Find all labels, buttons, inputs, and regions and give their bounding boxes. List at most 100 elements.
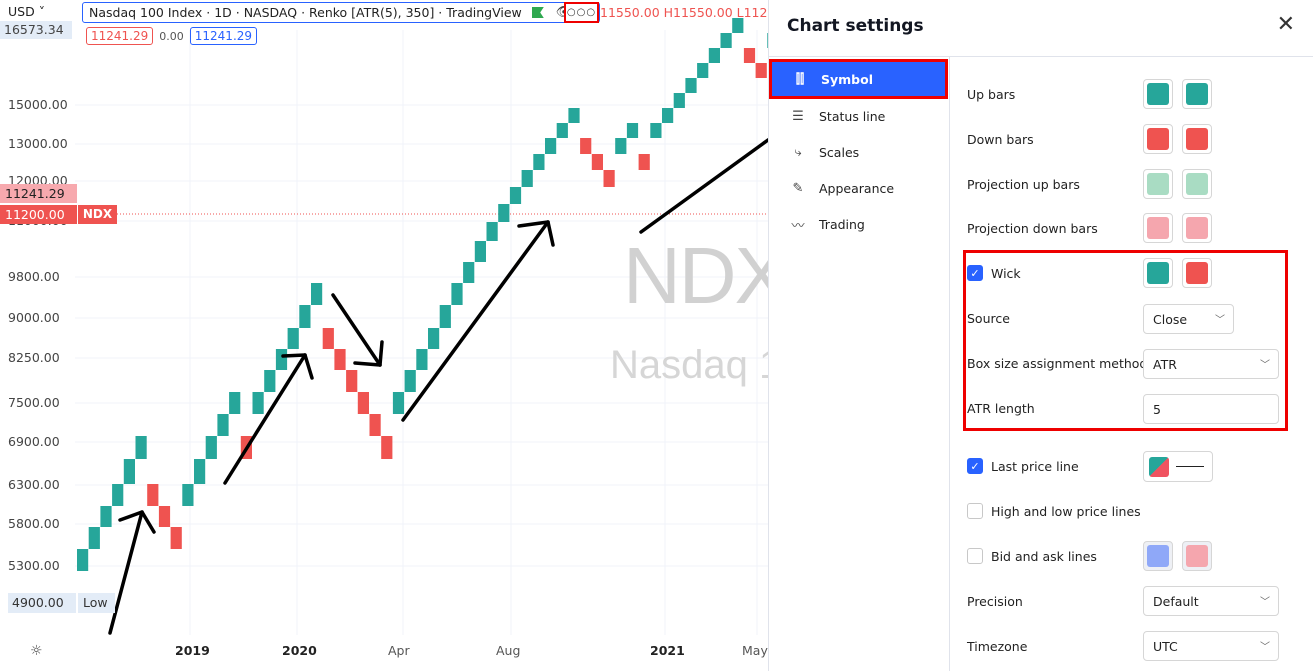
nav-item-trading[interactable]: 〰 Trading	[769, 206, 950, 242]
watermark-symbol: NDX	[623, 231, 768, 320]
trading-icon: 〰	[791, 218, 805, 234]
nav-item-scales[interactable]: ⤷ Scales	[769, 134, 950, 170]
renko-brick-up	[123, 459, 135, 484]
renko-brick-up	[205, 436, 217, 459]
nav-label: Scales	[819, 144, 860, 160]
symbol-legend[interactable]: Nasdaq 100 Index · 1D · NASDAQ · Renko […	[82, 2, 600, 23]
flag-icon[interactable]	[531, 7, 544, 18]
price-tick-label: 5300.00	[8, 558, 60, 573]
bid-ask-lines-checkbox[interactable]	[967, 548, 983, 564]
atr-length-input[interactable]: 5	[1143, 394, 1279, 424]
annotation-arrow	[517, 220, 555, 247]
last-price-line-style[interactable]	[1143, 451, 1213, 482]
projection-up-body-color[interactable]	[1143, 169, 1173, 199]
chevron-down-icon: ﹀	[1215, 315, 1225, 326]
time-tick-label: 2021	[650, 643, 685, 658]
last-price-line-checkbox[interactable]: ✓	[967, 458, 983, 474]
projection-down-body-color[interactable]	[1143, 213, 1173, 243]
renko-brick-up	[252, 392, 264, 414]
legend-title: Nasdaq 100 Index · 1D · NASDAQ · Renko […	[89, 5, 522, 20]
candles-icon: ⫿⫿	[795, 71, 805, 87]
renko-brick-up	[182, 484, 194, 506]
nav-item-symbol[interactable]: ⫿⫿ Symbol	[769, 59, 948, 99]
renko-brick-up	[217, 414, 229, 436]
down-bars-border-color[interactable]	[1182, 124, 1212, 154]
renko-brick-up	[229, 392, 241, 414]
time-tick-label: Apr	[388, 643, 410, 658]
currency-label: USD	[8, 4, 35, 19]
nav-item-status-line[interactable]: ☰ Status line	[769, 98, 950, 134]
precision-select[interactable]: Default ﹀	[1143, 586, 1279, 616]
renko-brick-down	[346, 370, 358, 392]
symbol-tag: NDX	[78, 205, 117, 224]
renko-brick-down	[755, 63, 767, 78]
renko-brick-up	[556, 123, 568, 138]
down-bars-body-color[interactable]	[1143, 124, 1173, 154]
high-low-lines-checkbox[interactable]	[967, 503, 983, 519]
source-select[interactable]: Close ﹀	[1143, 304, 1234, 334]
price-tick-label: 6900.00	[8, 434, 60, 449]
price-tick-label: 6300.00	[8, 477, 60, 492]
renko-brick-up	[311, 283, 323, 305]
renko-brick-down	[580, 138, 592, 154]
timezone-select[interactable]: UTC ﹀	[1143, 631, 1279, 661]
row-label: Projection down bars	[967, 221, 1098, 236]
select-value: Close	[1153, 311, 1188, 327]
renko-brick-up	[287, 328, 299, 349]
gear-icon[interactable]: ☼	[30, 643, 43, 659]
chart-canvas[interactable]	[0, 0, 768, 671]
color-swatch	[1147, 217, 1169, 239]
sell-value[interactable]: 11241.29	[86, 27, 154, 45]
color-swatch	[1186, 545, 1208, 567]
close-icon[interactable]: ✕	[1277, 14, 1295, 36]
price-tick-label: 5800.00	[8, 516, 60, 531]
renko-brick-down	[381, 436, 393, 459]
buy-value[interactable]: 11241.29	[189, 27, 258, 45]
renko-brick-up	[428, 328, 440, 349]
renko-brick-down	[158, 506, 171, 527]
wick-down-color[interactable]	[1182, 258, 1212, 288]
color-swatch	[1186, 83, 1208, 105]
watermark-name: Nasdaq 100 Index	[610, 343, 768, 387]
ohlc-values: 11550.00 H11550.00 L11200.00 C	[600, 5, 768, 20]
renko-brick-up	[439, 305, 451, 328]
color-swatch	[1147, 173, 1169, 195]
chevron-down-icon: ﹀	[1260, 642, 1270, 653]
renko-brick-down	[322, 328, 334, 349]
row-source: Source	[967, 311, 1297, 326]
chart-area[interactable]: USD ˅ 16573.34 Nasdaq 100 Index · 1D · N…	[0, 0, 768, 671]
wick-checkbox[interactable]: ✓	[967, 265, 983, 281]
renko-brick-up	[626, 123, 639, 138]
color-swatch	[1147, 83, 1169, 105]
wick-up-color[interactable]	[1143, 258, 1173, 288]
color-swatch	[1186, 173, 1208, 195]
projection-up-border-color[interactable]	[1182, 169, 1212, 199]
nav-item-appearance[interactable]: ✎ Appearance	[769, 170, 950, 206]
select-value: UTC	[1153, 638, 1178, 654]
row-label: Down bars	[967, 132, 1034, 147]
row-label: Last price line	[991, 458, 1079, 474]
price-tick-label: 7500.00	[8, 395, 60, 410]
currency-selector[interactable]: USD ˅	[8, 4, 45, 19]
renko-brick-down	[591, 154, 603, 170]
time-tick-label: May	[742, 643, 768, 658]
renko-brick-up	[77, 549, 89, 571]
ask-color[interactable]	[1182, 541, 1212, 571]
projection-down-border-color[interactable]	[1182, 213, 1212, 243]
renko-brick-up	[615, 138, 627, 154]
more-options-button[interactable]: ○○○	[564, 2, 599, 23]
bid-color[interactable]	[1143, 541, 1173, 571]
box-size-method-select[interactable]: ATR ﹀	[1143, 349, 1279, 379]
current-price-tag: 11241.29	[0, 184, 77, 203]
renko-brick-up	[509, 187, 522, 204]
renko-brick-up	[474, 241, 486, 262]
renko-brick-up	[194, 459, 206, 484]
up-bars-border-color[interactable]	[1182, 79, 1212, 109]
renko-brick-up	[545, 138, 557, 154]
renko-brick-up	[88, 527, 100, 549]
renko-brick-up	[112, 484, 124, 506]
renko-brick-up	[650, 123, 662, 138]
up-bars-body-color[interactable]	[1143, 79, 1173, 109]
color-swatch	[1147, 128, 1169, 150]
row-label: Precision	[967, 594, 1023, 609]
